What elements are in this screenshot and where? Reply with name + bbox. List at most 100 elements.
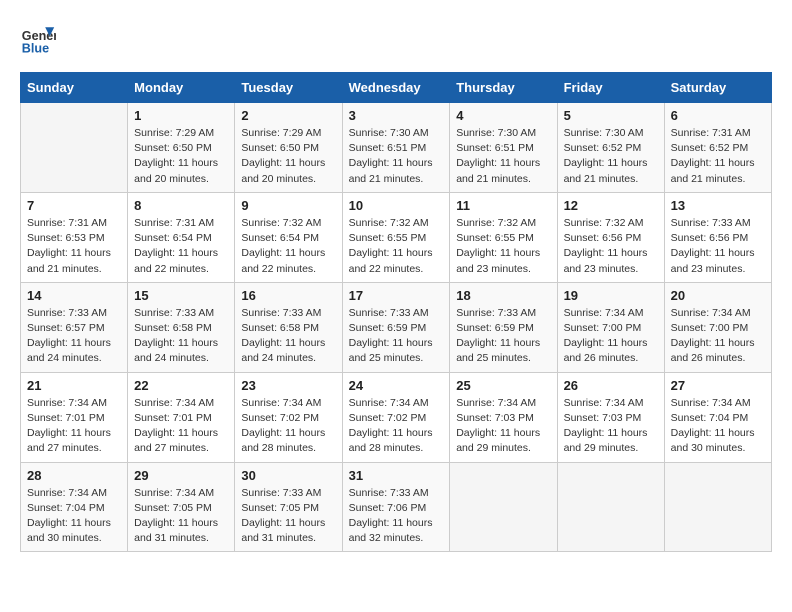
weekday-header-row: SundayMondayTuesdayWednesdayThursdayFrid…: [21, 73, 772, 103]
day-info: Sunrise: 7:34 AM Sunset: 7:00 PM Dayligh…: [671, 306, 765, 367]
weekday-header-cell: Saturday: [664, 73, 771, 103]
calendar-week-row: 14 Sunrise: 7:33 AM Sunset: 6:57 PM Dayli…: [21, 282, 772, 372]
calendar-day-cell: 8Sunrise: 7:31 AM Sunset: 6:54 PM Daylig…: [128, 192, 235, 282]
calendar-day-cell: 23 Sunrise: 7:34 AM Sunset: 7:02 PM Dayli…: [235, 372, 342, 462]
day-info: Sunrise: 7:34 AM Sunset: 7:03 PM Dayligh…: [456, 396, 550, 457]
day-number: 3: [349, 108, 444, 123]
calendar-body: 1 Sunrise: 7:29 AM Sunset: 6:50 PM Daylig…: [21, 103, 772, 552]
day-number: 29: [134, 468, 228, 483]
day-info: Sunrise: 7:30 AM Sunset: 6:51 PM Dayligh…: [456, 126, 550, 187]
calendar-day-cell: 3 Sunrise: 7:30 AM Sunset: 6:51 PM Daylig…: [342, 103, 450, 193]
day-number: 25: [456, 378, 550, 393]
day-number: 26: [564, 378, 658, 393]
calendar-day-cell: 21Sunrise: 7:34 AM Sunset: 7:01 PM Dayli…: [21, 372, 128, 462]
day-info: Sunrise: 7:33 AM Sunset: 6:56 PM Dayligh…: [671, 216, 765, 277]
calendar-day-cell: 12 Sunrise: 7:32 AM Sunset: 6:56 PM Dayli…: [557, 192, 664, 282]
calendar-day-cell: 14 Sunrise: 7:33 AM Sunset: 6:57 PM Dayli…: [21, 282, 128, 372]
logo: General Blue: [20, 20, 60, 56]
day-info: Sunrise: 7:33 AM Sunset: 7:06 PM Dayligh…: [349, 486, 444, 547]
calendar-day-cell: 20 Sunrise: 7:34 AM Sunset: 7:00 PM Dayli…: [664, 282, 771, 372]
calendar-day-cell: [450, 462, 557, 552]
day-info: Sunrise: 7:33 AM Sunset: 6:58 PM Dayligh…: [241, 306, 335, 367]
calendar-day-cell: 18Sunrise: 7:33 AM Sunset: 6:59 PM Dayli…: [450, 282, 557, 372]
day-info: Sunrise: 7:29 AM Sunset: 6:50 PM Dayligh…: [241, 126, 335, 187]
day-number: 15: [134, 288, 228, 303]
day-info: Sunrise: 7:33 AM Sunset: 6:59 PM Dayligh…: [456, 306, 550, 367]
calendar-day-cell: 2Sunrise: 7:29 AM Sunset: 6:50 PM Daylig…: [235, 103, 342, 193]
day-number: 9: [241, 198, 335, 213]
calendar-day-cell: 27 Sunrise: 7:34 AM Sunset: 7:04 PM Dayli…: [664, 372, 771, 462]
day-number: 5: [564, 108, 658, 123]
calendar-day-cell: 31 Sunrise: 7:33 AM Sunset: 7:06 PM Dayli…: [342, 462, 450, 552]
day-info: Sunrise: 7:33 AM Sunset: 6:59 PM Dayligh…: [349, 306, 444, 367]
day-number: 21: [27, 378, 121, 393]
day-info: Sunrise: 7:33 AM Sunset: 6:58 PM Dayligh…: [134, 306, 228, 367]
day-number: 23: [241, 378, 335, 393]
day-number: 4: [456, 108, 550, 123]
calendar-week-row: 1 Sunrise: 7:29 AM Sunset: 6:50 PM Daylig…: [21, 103, 772, 193]
calendar-day-cell: 30 Sunrise: 7:33 AM Sunset: 7:05 PM Dayli…: [235, 462, 342, 552]
day-number: 31: [349, 468, 444, 483]
calendar-day-cell: 11 Sunrise: 7:32 AM Sunset: 6:55 PM Dayli…: [450, 192, 557, 282]
day-number: 10: [349, 198, 444, 213]
weekday-header-cell: Tuesday: [235, 73, 342, 103]
day-info: Sunrise: 7:31 AM Sunset: 6:52 PM Dayligh…: [671, 126, 765, 187]
svg-text:Blue: Blue: [22, 41, 49, 55]
day-info: Sunrise: 7:34 AM Sunset: 7:02 PM Dayligh…: [349, 396, 444, 457]
day-number: 12: [564, 198, 658, 213]
calendar-day-cell: 6 Sunrise: 7:31 AM Sunset: 6:52 PM Daylig…: [664, 103, 771, 193]
calendar-week-row: 7Sunrise: 7:31 AM Sunset: 6:53 PM Daylig…: [21, 192, 772, 282]
calendar-day-cell: 16 Sunrise: 7:33 AM Sunset: 6:58 PM Dayli…: [235, 282, 342, 372]
calendar-day-cell: 26 Sunrise: 7:34 AM Sunset: 7:03 PM Dayli…: [557, 372, 664, 462]
calendar-week-row: 28Sunrise: 7:34 AM Sunset: 7:04 PM Dayli…: [21, 462, 772, 552]
day-info: Sunrise: 7:32 AM Sunset: 6:55 PM Dayligh…: [456, 216, 550, 277]
day-info: Sunrise: 7:34 AM Sunset: 7:02 PM Dayligh…: [241, 396, 335, 457]
weekday-header-cell: Thursday: [450, 73, 557, 103]
day-number: 20: [671, 288, 765, 303]
calendar-table: SundayMondayTuesdayWednesdayThursdayFrid…: [20, 72, 772, 552]
calendar-day-cell: [664, 462, 771, 552]
day-info: Sunrise: 7:34 AM Sunset: 7:05 PM Dayligh…: [134, 486, 228, 547]
day-number: 11: [456, 198, 550, 213]
day-number: 13: [671, 198, 765, 213]
day-number: 16: [241, 288, 335, 303]
day-number: 27: [671, 378, 765, 393]
day-info: Sunrise: 7:30 AM Sunset: 6:52 PM Dayligh…: [564, 126, 658, 187]
day-number: 17: [349, 288, 444, 303]
weekday-header-cell: Monday: [128, 73, 235, 103]
day-info: Sunrise: 7:34 AM Sunset: 7:03 PM Dayligh…: [564, 396, 658, 457]
calendar-day-cell: 25 Sunrise: 7:34 AM Sunset: 7:03 PM Dayli…: [450, 372, 557, 462]
weekday-header-cell: Wednesday: [342, 73, 450, 103]
day-info: Sunrise: 7:34 AM Sunset: 7:00 PM Dayligh…: [564, 306, 658, 367]
calendar-day-cell: 19 Sunrise: 7:34 AM Sunset: 7:00 PM Dayli…: [557, 282, 664, 372]
calendar-week-row: 21Sunrise: 7:34 AM Sunset: 7:01 PM Dayli…: [21, 372, 772, 462]
day-info: Sunrise: 7:34 AM Sunset: 7:04 PM Dayligh…: [27, 486, 121, 547]
calendar-day-cell: 29 Sunrise: 7:34 AM Sunset: 7:05 PM Dayli…: [128, 462, 235, 552]
weekday-header-cell: Sunday: [21, 73, 128, 103]
day-info: Sunrise: 7:30 AM Sunset: 6:51 PM Dayligh…: [349, 126, 444, 187]
calendar-day-cell: 10 Sunrise: 7:32 AM Sunset: 6:55 PM Dayli…: [342, 192, 450, 282]
day-number: 19: [564, 288, 658, 303]
calendar-day-cell: 24Sunrise: 7:34 AM Sunset: 7:02 PM Dayli…: [342, 372, 450, 462]
day-info: Sunrise: 7:34 AM Sunset: 7:04 PM Dayligh…: [671, 396, 765, 457]
calendar-day-cell: 28Sunrise: 7:34 AM Sunset: 7:04 PM Dayli…: [21, 462, 128, 552]
day-info: Sunrise: 7:33 AM Sunset: 7:05 PM Dayligh…: [241, 486, 335, 547]
day-number: 1: [134, 108, 228, 123]
day-info: Sunrise: 7:32 AM Sunset: 6:56 PM Dayligh…: [564, 216, 658, 277]
day-number: 30: [241, 468, 335, 483]
day-info: Sunrise: 7:33 AM Sunset: 6:57 PM Dayligh…: [27, 306, 121, 367]
day-number: 14: [27, 288, 121, 303]
calendar-day-cell: 15 Sunrise: 7:33 AM Sunset: 6:58 PM Dayli…: [128, 282, 235, 372]
calendar-day-cell: 1Sunrise: 7:29 AM Sunset: 6:50 PM Daylig…: [128, 103, 235, 193]
calendar-day-cell: [557, 462, 664, 552]
calendar-day-cell: [21, 103, 128, 193]
day-number: 8: [134, 198, 228, 213]
calendar-day-cell: 13 Sunrise: 7:33 AM Sunset: 6:56 PM Dayli…: [664, 192, 771, 282]
day-info: Sunrise: 7:32 AM Sunset: 6:55 PM Dayligh…: [349, 216, 444, 277]
day-number: 22: [134, 378, 228, 393]
day-number: 6: [671, 108, 765, 123]
day-info: Sunrise: 7:32 AM Sunset: 6:54 PM Dayligh…: [241, 216, 335, 277]
calendar-day-cell: 22Sunrise: 7:34 AM Sunset: 7:01 PM Dayli…: [128, 372, 235, 462]
page-header: General Blue: [20, 20, 772, 56]
calendar-day-cell: 5 Sunrise: 7:30 AM Sunset: 6:52 PM Daylig…: [557, 103, 664, 193]
